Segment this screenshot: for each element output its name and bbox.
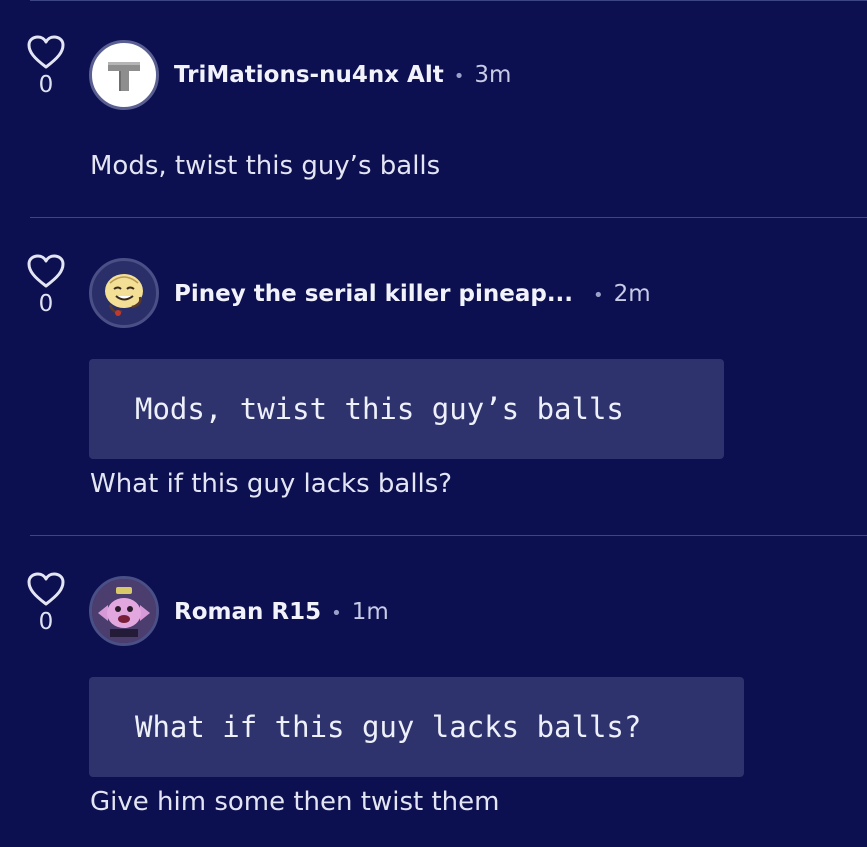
pineapple-character-avatar (105, 274, 143, 316)
comment-text: What if this guy lacks balls? (90, 469, 453, 499)
heart-icon[interactable] (26, 34, 66, 70)
like-control[interactable]: 0 (25, 571, 67, 635)
letter-t-logo-icon (108, 62, 140, 91)
comment-meta: Piney the serial killer pineap... • 2m (174, 279, 651, 311)
quoted-comment: Mods, twist this guy’s balls (89, 359, 724, 459)
quoted-comment: What if this guy lacks balls? (89, 677, 744, 777)
like-control[interactable]: 0 (25, 253, 67, 317)
avatar[interactable] (89, 576, 159, 646)
separator-dot: • (453, 66, 465, 87)
separator-dot: • (593, 285, 604, 306)
pink-candy-character-avatar (92, 579, 156, 643)
comment-meta: Roman R15 • 1m (174, 597, 389, 629)
comment-meta: TriMations-nu4nx Alt • 3m (174, 60, 511, 92)
divider (30, 217, 867, 218)
divider (30, 0, 867, 1)
comment-text: Mods, twist this guy’s balls (90, 151, 441, 181)
heart-icon[interactable] (26, 571, 66, 607)
divider (30, 535, 867, 536)
like-count: 0 (38, 609, 54, 635)
like-control[interactable]: 0 (25, 34, 67, 98)
like-count: 0 (38, 72, 54, 98)
timestamp: 2m (613, 281, 651, 307)
comment-feed: 0 TriMations-nu4nx Alt • 3m Mods, twist th… (0, 0, 867, 847)
separator-dot: • (331, 603, 342, 624)
username[interactable]: TriMations-nu4nx Alt (174, 62, 444, 88)
avatar[interactable] (89, 40, 159, 110)
username[interactable]: Piney the serial killer pineap... (174, 281, 573, 307)
timestamp: 3m (474, 62, 512, 88)
like-count: 0 (38, 291, 54, 317)
username[interactable]: Roman R15 (174, 599, 321, 625)
heart-icon[interactable] (26, 253, 66, 289)
avatar[interactable] (89, 258, 159, 328)
timestamp: 1m (351, 599, 389, 625)
comment-text: Give him some then twist them (90, 787, 500, 817)
